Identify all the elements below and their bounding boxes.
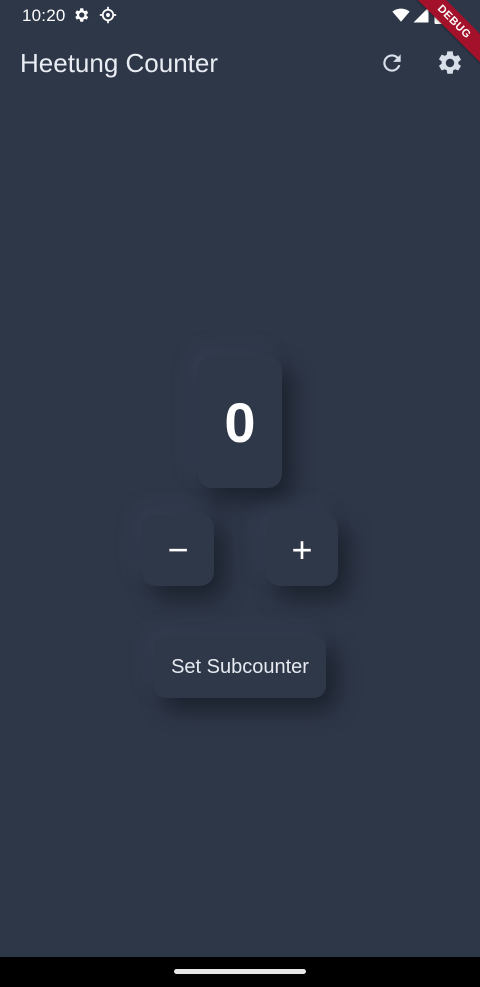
settings-cog-icon bbox=[99, 6, 117, 24]
plus-icon: + bbox=[291, 529, 313, 570]
app-bar: Heetung Counter bbox=[0, 32, 480, 96]
refresh-icon bbox=[383, 54, 401, 72]
app-title: Heetung Counter bbox=[20, 48, 219, 78]
status-time: 10:20 bbox=[22, 6, 66, 25]
increment-button[interactable]: + bbox=[266, 514, 338, 586]
settings-button[interactable] bbox=[435, 48, 465, 78]
counter-value: 0 bbox=[224, 390, 256, 454]
set-subcounter-label: Set Subcounter bbox=[171, 655, 309, 678]
app-screen: 10:20 DEBUG Heetung Counter 0 − + Set Su… bbox=[0, 0, 480, 987]
counter-display: 0 bbox=[198, 356, 282, 488]
refresh-button[interactable] bbox=[377, 48, 407, 78]
home-gesture-handle[interactable] bbox=[174, 969, 306, 974]
wifi-icon bbox=[392, 6, 410, 24]
minus-icon: − bbox=[167, 529, 189, 570]
gear-icon bbox=[72, 6, 90, 24]
navigation-bar bbox=[0, 957, 480, 987]
set-subcounter-button[interactable]: Set Subcounter bbox=[154, 636, 326, 698]
status-bar: 10:20 bbox=[0, 0, 480, 32]
settings-icon bbox=[439, 51, 461, 74]
decrement-button[interactable]: − bbox=[142, 514, 214, 586]
